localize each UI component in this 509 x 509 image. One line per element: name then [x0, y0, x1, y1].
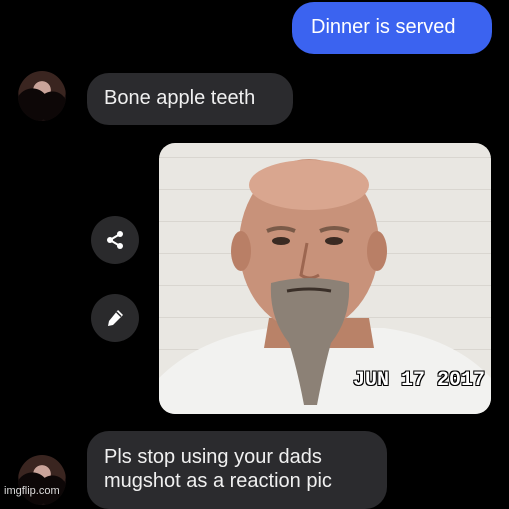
sent-message-text: Dinner is served	[311, 16, 456, 38]
imgflip-watermark: imgflip.com	[4, 485, 60, 497]
pencil-icon	[108, 310, 123, 326]
photo-attachment[interactable]: JUN 17 2017	[159, 143, 491, 414]
contact-avatar-2[interactable]	[18, 455, 66, 505]
contact-avatar[interactable]	[18, 71, 66, 121]
received-message-line-2: mugshot as a reaction pic	[104, 470, 332, 492]
received-message-bubble[interactable]: Bone apple teeth	[87, 73, 293, 125]
avatar-hair-2	[18, 455, 66, 505]
avatar-hair	[18, 71, 66, 121]
photo-date-stamp: JUN 17 2017	[352, 369, 485, 392]
received-message-bubble-2[interactable]: Pls stop using your dads mugshot as a re…	[87, 431, 387, 509]
received-message-line-1: Pls stop using your dads	[104, 446, 322, 468]
edit-button[interactable]	[91, 294, 139, 342]
share-icon	[107, 231, 123, 249]
share-button[interactable]	[91, 216, 139, 264]
sent-message-bubble[interactable]: Dinner is served	[292, 2, 492, 54]
received-message-text: Bone apple teeth	[104, 87, 256, 109]
